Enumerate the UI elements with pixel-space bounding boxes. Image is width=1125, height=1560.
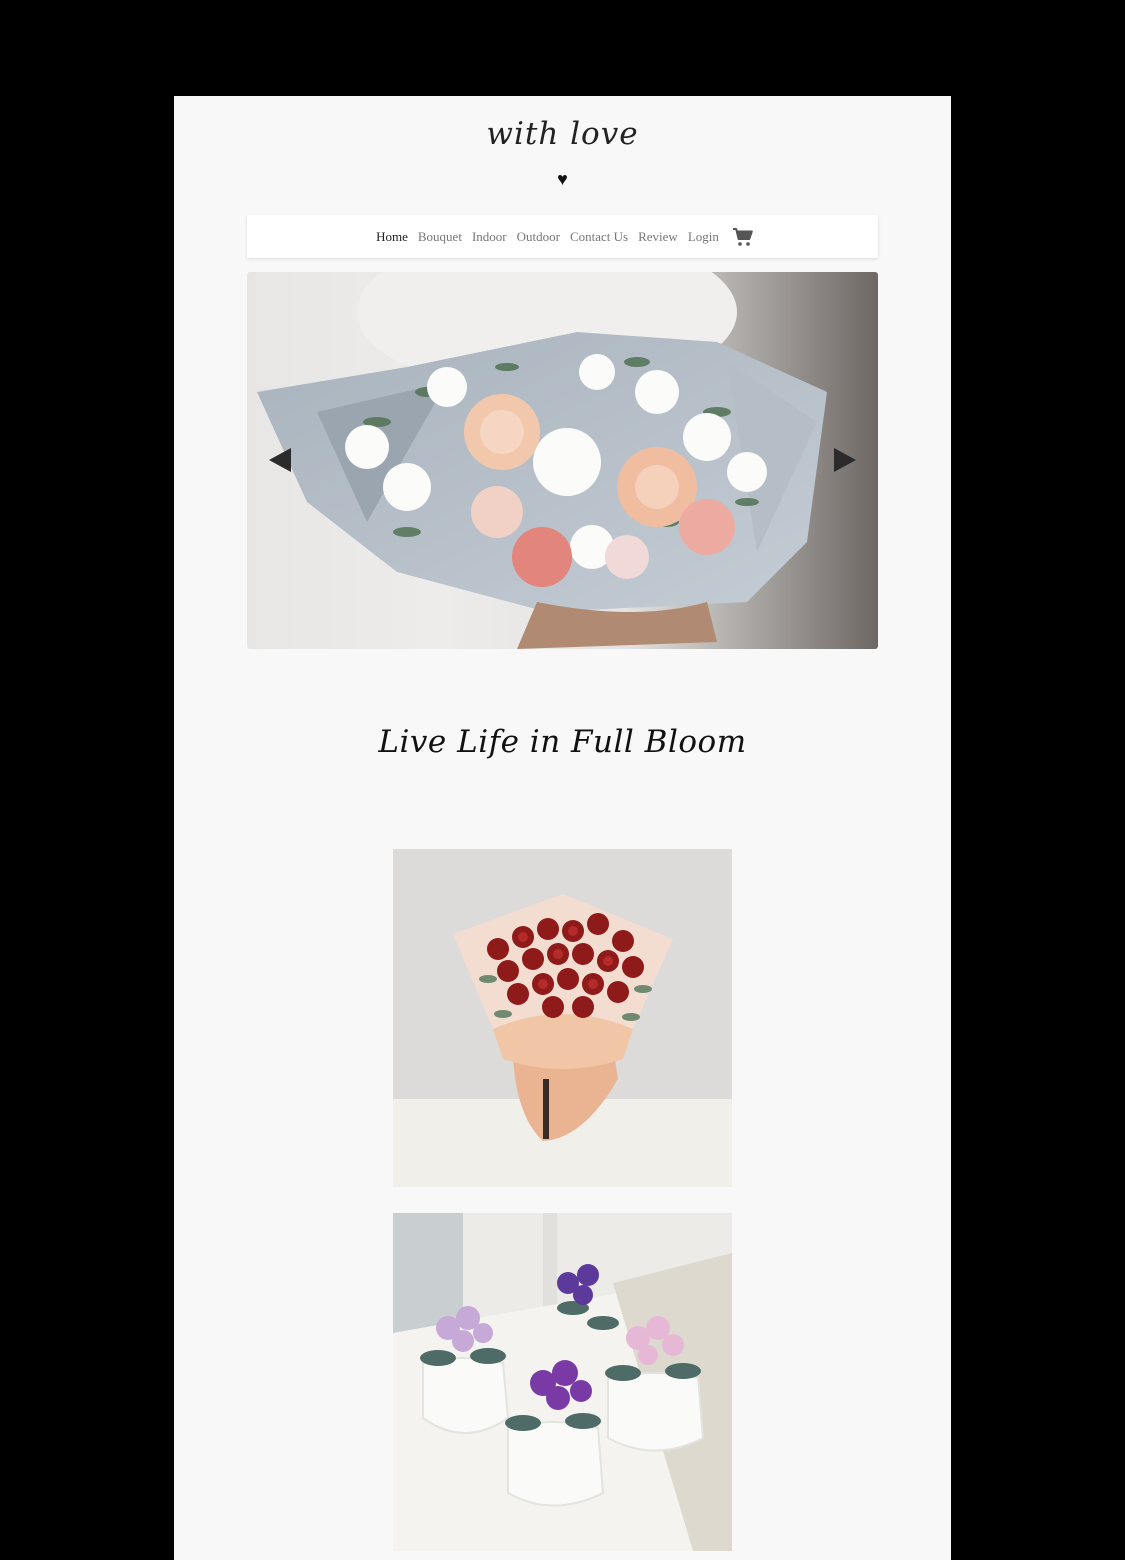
nav-home[interactable]: Home: [376, 229, 408, 245]
main-nav: Home Bouquet Indoor Outdoor Contact Us R…: [247, 215, 878, 258]
nav-contact-us[interactable]: Contact Us: [570, 229, 628, 245]
tagline-heading: Live Life in Full Bloom: [378, 724, 747, 760]
nav-review[interactable]: Review: [638, 229, 678, 245]
nav-indoor[interactable]: Indoor: [472, 229, 507, 245]
nav-outdoor[interactable]: Outdoor: [517, 229, 560, 245]
product-red-roses-image[interactable]: [393, 849, 732, 1187]
brand-title[interactable]: with love: [174, 116, 951, 152]
hero-bouquet-image: [257, 272, 827, 649]
nav-bouquet[interactable]: Bouquet: [418, 229, 462, 245]
page: with love ♥ Home Bouquet Indoor Outdoor …: [174, 96, 951, 1560]
shopping-cart-icon[interactable]: [732, 227, 754, 247]
nav-login[interactable]: Login: [688, 229, 719, 245]
product-african-violets-image[interactable]: [393, 1213, 732, 1551]
hero-carousel[interactable]: [247, 272, 878, 649]
carousel-prev-icon[interactable]: [269, 448, 291, 472]
carousel-next-icon[interactable]: [834, 448, 856, 472]
heart-icon: ♥: [557, 169, 568, 189]
